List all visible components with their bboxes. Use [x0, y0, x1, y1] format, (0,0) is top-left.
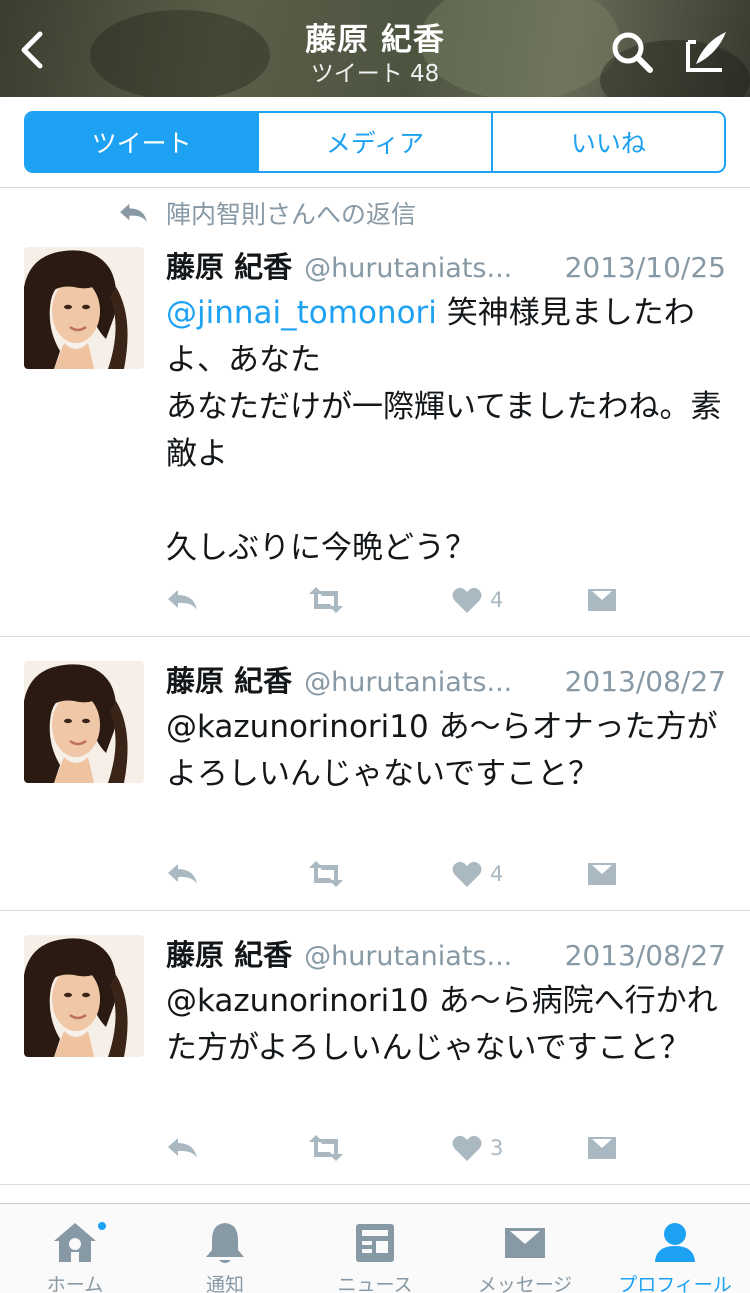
- avatar[interactable]: [24, 935, 144, 1057]
- direct-message-button[interactable]: [586, 857, 618, 891]
- bottom-tab-bar: ホーム 通知 ニュース メッセージ プロフィール: [0, 1203, 750, 1293]
- divider: [0, 187, 750, 188]
- reply-context[interactable]: 陣内智則さんへの返信: [118, 196, 416, 230]
- reply-icon: [166, 587, 200, 613]
- person-icon: [655, 1223, 695, 1262]
- envelope-icon: [586, 587, 618, 613]
- tweet-actions: 3: [166, 1131, 646, 1165]
- tab-messages[interactable]: メッセージ: [450, 1204, 600, 1293]
- news-icon: [356, 1224, 394, 1262]
- heart-icon: [452, 860, 482, 888]
- tab-home[interactable]: ホーム: [0, 1204, 150, 1293]
- tab-media[interactable]: メディア: [259, 113, 493, 171]
- profile-header: 藤原 紀香 ツイート 48: [0, 0, 750, 97]
- retweet-button[interactable]: [306, 1131, 346, 1165]
- tweet-date: 2013/10/25: [564, 251, 726, 284]
- reply-button[interactable]: [166, 1131, 200, 1165]
- reply-button[interactable]: [166, 857, 200, 891]
- tweet-text-body: 笑神様見ましたわよ、あなた あなただけが一際輝いてましたわね。素敵よ 久しぶりに…: [166, 295, 722, 566]
- like-button[interactable]: 4: [452, 583, 503, 617]
- mention-link[interactable]: @jinnai_tomonori: [166, 295, 437, 331]
- tweet-actions: 4: [166, 857, 646, 891]
- retweet-icon: [306, 860, 346, 888]
- envelope-icon: [586, 1135, 618, 1161]
- reply-icon: [166, 861, 200, 887]
- like-count: 3: [490, 1136, 504, 1160]
- heart-icon: [452, 586, 482, 614]
- author-name: 藤原 紀香: [166, 664, 293, 698]
- reply-icon: [166, 1135, 200, 1161]
- avatar[interactable]: [24, 247, 144, 369]
- like-count: 4: [490, 862, 504, 886]
- bell-icon: [206, 1223, 244, 1263]
- tab-profile[interactable]: プロフィール: [600, 1204, 750, 1293]
- tab-likes[interactable]: いいね: [493, 113, 724, 171]
- envelope-icon: [586, 861, 618, 887]
- tab-tweets[interactable]: ツイート: [26, 113, 260, 171]
- tweet-date: 2013/08/27: [564, 665, 726, 698]
- author-handle: @hurutaniats...: [304, 253, 513, 284]
- like-button[interactable]: 3: [452, 1131, 503, 1165]
- divider: [0, 636, 750, 637]
- divider: [0, 1184, 750, 1185]
- tab-news[interactable]: ニュース: [300, 1204, 450, 1293]
- tweet-actions: 4: [166, 583, 646, 617]
- direct-message-button[interactable]: [586, 583, 618, 617]
- notification-badge: [96, 1220, 108, 1232]
- tab-label: メッセージ: [477, 1274, 573, 1293]
- tweet-text: @jinnai_tomonori 笑神様見ましたわよ、あなた あなただけが一際輝…: [166, 290, 726, 572]
- compose-tweet-icon[interactable]: [682, 28, 730, 76]
- tab-notifications[interactable]: 通知: [150, 1204, 300, 1293]
- divider: [0, 910, 750, 911]
- avatar[interactable]: [24, 661, 144, 783]
- tweet-date: 2013/08/27: [564, 939, 726, 972]
- tab-label: 通知: [205, 1274, 244, 1293]
- retweet-button[interactable]: [306, 583, 346, 617]
- author-name: 藤原 紀香: [166, 938, 293, 972]
- author-handle: @hurutaniats...: [304, 941, 513, 972]
- like-button[interactable]: 4: [452, 857, 503, 891]
- profile-tabs: ツイート メディア いいね: [24, 111, 726, 173]
- tweet-text: @kazunorinori10 あ〜らオナった方がよろしいんじゃないですこと？: [166, 709, 718, 792]
- tweet-text: @kazunorinori10 あ〜ら病院へ行かれた方がよろしいんじゃないですこ…: [166, 983, 718, 1066]
- author-handle: @hurutaniats...: [304, 667, 513, 698]
- reply-button[interactable]: [166, 583, 200, 617]
- tab-label: ニュース: [337, 1274, 413, 1293]
- retweet-icon: [306, 586, 346, 614]
- reply-icon: [118, 201, 150, 225]
- envelope-icon: [505, 1228, 545, 1258]
- heart-icon: [452, 1134, 482, 1162]
- search-icon[interactable]: [608, 28, 656, 76]
- tab-label: ホーム: [46, 1274, 104, 1293]
- home-icon: [54, 1223, 96, 1262]
- tab-label: プロフィール: [618, 1274, 732, 1293]
- retweet-button[interactable]: [306, 857, 346, 891]
- like-count: 4: [490, 588, 504, 612]
- author-name: 藤原 紀香: [166, 250, 293, 284]
- reply-context-label: 陣内智則さんへの返信: [166, 200, 417, 229]
- direct-message-button[interactable]: [586, 1131, 618, 1165]
- retweet-icon: [306, 1134, 346, 1162]
